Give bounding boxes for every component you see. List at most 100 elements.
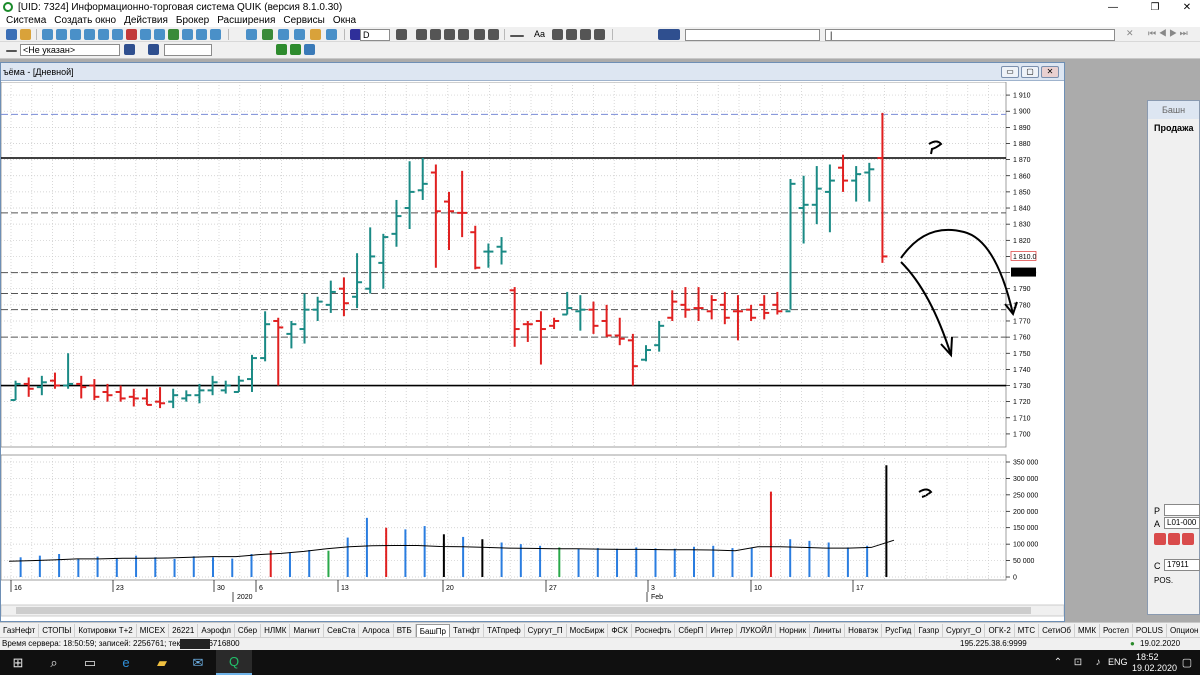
chart-close-button[interactable]: ✕: [1041, 66, 1059, 78]
search-icon[interactable]: ⌕: [36, 650, 72, 675]
sort-icon[interactable]: [310, 29, 321, 40]
notifications-icon[interactable]: ▢: [1174, 650, 1200, 675]
tab-14[interactable]: ТАТпреф: [484, 623, 525, 637]
zoom-fit-icon[interactable]: [458, 29, 469, 40]
arrow-left-icon[interactable]: [6, 50, 17, 52]
start-icon[interactable]: ⊞: [0, 650, 36, 675]
chart-icon[interactable]: [126, 29, 137, 40]
chart-minimize-button[interactable]: ▭: [1001, 66, 1019, 78]
menu-extensions[interactable]: Расширения: [217, 15, 275, 26]
tab-9[interactable]: СевСта: [324, 623, 360, 637]
explorer-icon[interactable]: ▰: [144, 650, 180, 675]
hand-icon[interactable]: [474, 29, 485, 40]
tab-31[interactable]: ММК: [1075, 623, 1100, 637]
eraser-icon[interactable]: [580, 29, 591, 40]
tab-3[interactable]: MICEX: [137, 623, 170, 637]
price-chart[interactable]: 1 910 1 900 1 890 1 880 1 870 1 860 1 850 1 840…: [1, 82, 1064, 622]
tab-28[interactable]: ОГК-2: [985, 623, 1015, 637]
menu-windows[interactable]: Окна: [333, 15, 356, 26]
sell-icon[interactable]: [1154, 533, 1166, 545]
positions-icon[interactable]: [112, 29, 123, 40]
ticker-field[interactable]: |: [825, 29, 1115, 41]
quik-taskbar-icon[interactable]: Q: [216, 650, 252, 675]
close-button[interactable]: ✕: [1172, 0, 1200, 14]
menu-system[interactable]: Система: [6, 15, 46, 26]
close-x-icon[interactable]: ✕: [1126, 28, 1134, 39]
tab-17[interactable]: ФСК: [608, 623, 632, 637]
search-input[interactable]: [164, 44, 212, 56]
price-input[interactable]: [1164, 504, 1200, 516]
tab-18[interactable]: Роснефть: [632, 623, 676, 637]
cancel-orders-icon[interactable]: [1182, 533, 1194, 545]
alerts-icon[interactable]: [196, 29, 207, 40]
orders-icon[interactable]: [70, 29, 81, 40]
sell-market-icon[interactable]: [1168, 533, 1180, 545]
limits-icon[interactable]: [140, 29, 151, 40]
tab-4[interactable]: 26221: [169, 623, 199, 637]
filter-icon[interactable]: [294, 29, 305, 40]
print-icon[interactable]: [246, 29, 257, 40]
tab-16[interactable]: МосБирж: [567, 623, 609, 637]
tab-1[interactable]: СТОПЫ: [39, 623, 76, 637]
find-icon[interactable]: [326, 29, 337, 40]
timeframe-select[interactable]: D: [360, 29, 390, 41]
tab-22[interactable]: Норник: [776, 623, 811, 637]
tab-34[interactable]: Опцион: [1167, 624, 1200, 637]
gear-icon[interactable]: [304, 44, 315, 55]
connect-icon[interactable]: [6, 29, 17, 40]
line-tool-icon[interactable]: [510, 35, 524, 37]
tab-19[interactable]: СберП: [675, 623, 708, 637]
tab-21[interactable]: ЛУКОЙЛ: [737, 623, 777, 637]
tab-32[interactable]: Ростел: [1100, 623, 1133, 637]
tab-2[interactable]: Котировки Т+2: [75, 623, 137, 637]
tab-10[interactable]: Алроса: [359, 623, 394, 637]
c-input[interactable]: 17911: [1164, 559, 1200, 571]
tab-8[interactable]: Магнит: [290, 623, 325, 637]
tab-12[interactable]: БашПр: [415, 623, 451, 637]
navigate-icon[interactable]: ⏮ ◀ ▶ ⏭: [1148, 28, 1188, 39]
menu-actions[interactable]: Действия: [124, 15, 168, 26]
account-select[interactable]: <Не указан>: [20, 44, 120, 56]
zoom-out-icon[interactable]: [444, 29, 455, 40]
move-icon[interactable]: [416, 29, 427, 40]
tab-30[interactable]: СетиОб: [1039, 623, 1075, 637]
news-icon[interactable]: [168, 29, 179, 40]
maximize-button[interactable]: ❐: [1140, 0, 1170, 14]
portfolio-icon[interactable]: [154, 29, 165, 40]
refresh-icon[interactable]: [290, 44, 301, 55]
menu-services[interactable]: Сервисы: [283, 15, 324, 26]
table-icon[interactable]: [42, 29, 53, 40]
tab-33[interactable]: POLUS: [1133, 623, 1167, 637]
edge-icon[interactable]: e: [108, 650, 144, 675]
excel-icon[interactable]: [276, 44, 287, 55]
quotes-icon[interactable]: [56, 29, 67, 40]
tab-26[interactable]: Газпр: [915, 623, 944, 637]
tab-20[interactable]: Интер: [707, 623, 737, 637]
minimize-button[interactable]: —: [1098, 0, 1128, 14]
account-icon[interactable]: [124, 44, 135, 55]
crosshair-icon[interactable]: [396, 29, 407, 40]
menu-broker[interactable]: Брокер: [176, 15, 209, 26]
tab-11[interactable]: ВТБ: [394, 623, 416, 637]
cursor-icon[interactable]: [488, 29, 499, 40]
brush-icon[interactable]: [566, 29, 577, 40]
stops-icon[interactable]: [98, 29, 109, 40]
tab-13[interactable]: Татнфт: [450, 623, 484, 637]
layers-icon[interactable]: [594, 29, 605, 40]
tab-27[interactable]: Сургут_О: [943, 623, 986, 637]
account-input[interactable]: L01-000: [1164, 517, 1200, 529]
tab-24[interactable]: Новатэк: [845, 623, 883, 637]
tab-15[interactable]: Сургут_П: [525, 623, 567, 637]
tab-25[interactable]: РусГид: [882, 623, 916, 637]
tab-23[interactable]: Линиты: [810, 623, 846, 637]
tab-6[interactable]: Сбер: [235, 623, 262, 637]
tab-29[interactable]: МТС: [1015, 623, 1040, 637]
search-icon[interactable]: [148, 44, 159, 55]
tab-7[interactable]: НЛМК: [261, 623, 291, 637]
tab-0[interactable]: ГазНефт: [0, 623, 40, 637]
export-icon[interactable]: [262, 29, 273, 40]
font-button[interactable]: Aa: [534, 29, 545, 39]
language-indicator[interactable]: ENG: [1108, 657, 1128, 667]
task-view-icon[interactable]: ▭: [72, 650, 108, 675]
chart-type-icon[interactable]: [658, 29, 680, 40]
